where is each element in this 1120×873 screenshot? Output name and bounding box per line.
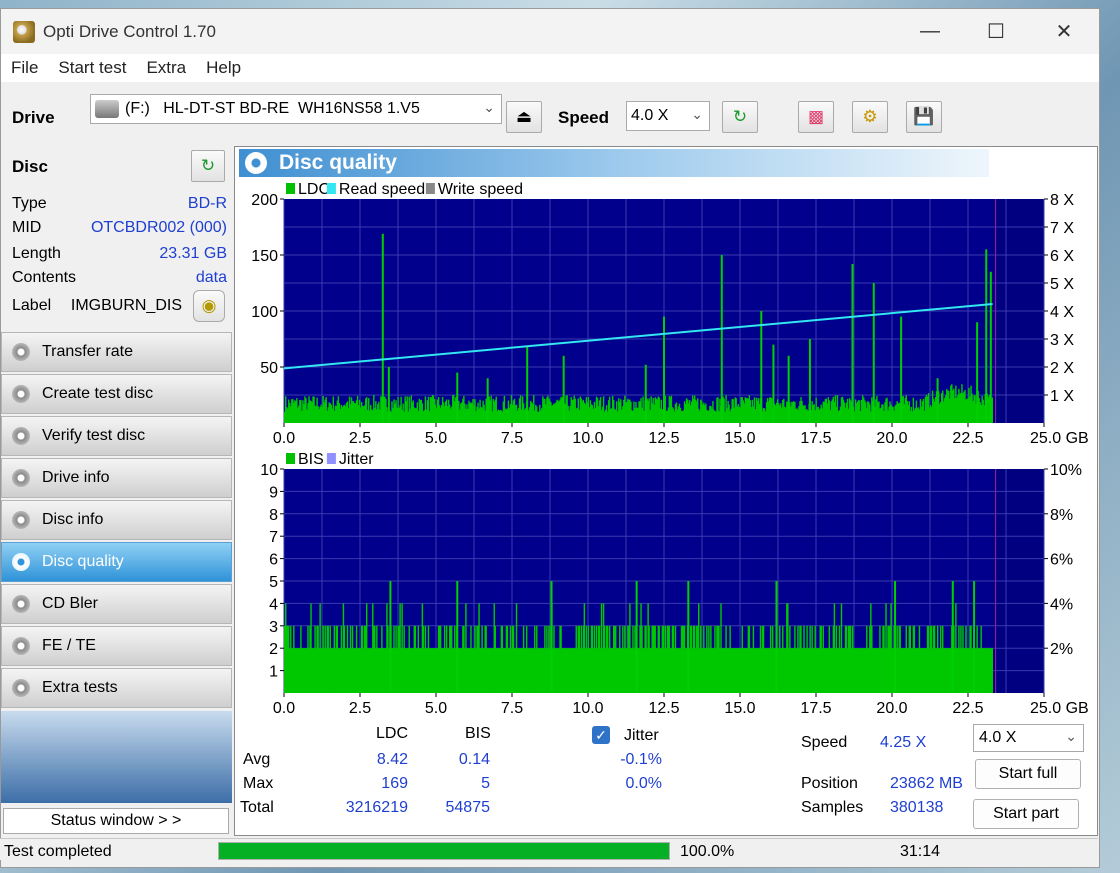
total-label: Total (240, 799, 274, 816)
legend-label: Read speed (339, 181, 425, 198)
y-tick-label: 4 (269, 596, 278, 613)
y-right-tick-label: 7 X (1050, 220, 1074, 237)
samples-value: 380138 (890, 799, 944, 816)
y-right-tick-label: 4 X (1050, 304, 1074, 321)
max-ldc: 169 (381, 775, 408, 792)
x-tick-label: 0.0 (273, 700, 295, 717)
y-tick-label: 9 (269, 484, 278, 501)
legend-label: Jitter (339, 451, 374, 468)
x-tick-label: 2.5 (349, 700, 371, 717)
y-right-tick-label: 8 X (1050, 192, 1074, 209)
x-tick-label: 7.5 (501, 430, 523, 447)
test-speed-select[interactable]: 4.0 X ⌄ (973, 724, 1084, 752)
x-tick-label: 5.0 (425, 430, 447, 447)
legend-label: LDC (298, 181, 330, 198)
x-tick-label: 25.0 GB (1030, 430, 1089, 447)
max-jitter: 0.0% (625, 775, 662, 792)
chevron-down-icon: ⌄ (1065, 728, 1077, 744)
legend-label: BIS (298, 451, 324, 468)
x-tick-label: 22.5 (952, 700, 983, 717)
progress-bar (218, 842, 670, 860)
speed-stat-label: Speed (801, 734, 848, 751)
x-tick-label: 15.0 (724, 700, 755, 717)
progress-percent: 100.0% (680, 843, 735, 860)
y-right-tick-label: 4% (1050, 596, 1073, 613)
x-tick-label: 17.5 (800, 700, 831, 717)
legend-swatch (425, 183, 435, 194)
x-tick-label: 12.5 (648, 430, 679, 447)
avg-jitter: -0.1% (620, 751, 662, 768)
position-label: Position (801, 775, 858, 792)
x-tick-label: 0.0 (273, 430, 295, 447)
y-tick-label: 5 (269, 574, 278, 591)
y-right-tick-label: 6% (1050, 552, 1073, 569)
samples-label: Samples (801, 799, 864, 816)
y-tick-label: 6 (269, 552, 278, 569)
x-tick-label: 17.5 (800, 430, 831, 447)
total-bis: 54875 (445, 799, 491, 816)
y-right-tick-label: 10% (1050, 462, 1082, 479)
x-tick-label: 25.0 GB (1030, 700, 1089, 717)
position-value: 23862 MB (890, 775, 963, 792)
y-right-tick-label: 5 X (1050, 276, 1074, 293)
y-tick-label: 1 (269, 664, 278, 681)
jitter-checkbox[interactable]: ✓ (592, 726, 610, 744)
progress-fill (219, 843, 669, 859)
legend-swatch (326, 183, 336, 194)
y-tick-label: 10 (260, 462, 278, 479)
elapsed-time: 31:14 (900, 843, 941, 860)
y-tick-label: 3 (269, 619, 278, 636)
legend-label: Write speed (438, 181, 523, 198)
col-bis-header: BIS (465, 725, 491, 742)
y-tick-label: 2 (269, 641, 278, 658)
y-right-tick-label: 3 X (1050, 332, 1074, 349)
legend-swatch (326, 453, 336, 464)
avg-label: Avg (243, 751, 271, 768)
ldc-bar (991, 397, 994, 423)
test-speed-value: 4.0 X (979, 729, 1017, 746)
y-right-tick-label: 2% (1050, 641, 1073, 658)
col-ldc-header: LDC (376, 725, 409, 742)
max-label: Max (243, 775, 274, 792)
y-tick-label: 100 (251, 304, 278, 321)
y-tick-label: 50 (260, 360, 278, 377)
x-tick-label: 20.0 (876, 430, 907, 447)
x-tick-label: 10.0 (572, 700, 603, 717)
x-tick-label: 10.0 (572, 430, 603, 447)
charts-svg: 0.0 2.5 5.0 7.5 10.0 12.5 15.0 17.5 20.0 22.5 25.0… (251, 181, 1089, 717)
avg-bis: 0.14 (458, 751, 490, 768)
status-text: Test completed (4, 843, 112, 860)
legend-swatch (286, 453, 295, 464)
x-tick-label: 7.5 (501, 700, 523, 717)
legend-swatch (286, 183, 295, 194)
y-right-tick-label: 1 X (1050, 388, 1074, 405)
bis-bar (991, 648, 994, 693)
x-tick-label: 20.0 (876, 700, 907, 717)
y-right-tick-label: 8% (1050, 507, 1073, 524)
jitter-label: Jitter (624, 727, 659, 744)
start-full-button[interactable]: Start full (975, 759, 1081, 789)
y-right-tick-label: 6 X (1050, 248, 1074, 265)
x-tick-label: 22.5 (952, 430, 983, 447)
start-part-button[interactable]: Start part (973, 799, 1079, 829)
x-tick-label: 5.0 (425, 700, 447, 717)
avg-ldc: 8.42 (376, 751, 408, 768)
x-tick-label: 15.0 (724, 430, 755, 447)
y-tick-label: 150 (251, 248, 278, 265)
speed-stat-value: 4.25 X (880, 734, 927, 751)
y-right-tick-label: 2 X (1050, 360, 1074, 377)
y-tick-label: 7 (269, 529, 278, 546)
max-bis: 5 (481, 775, 490, 792)
total-ldc: 3216219 (345, 799, 408, 816)
y-tick-label: 200 (251, 192, 278, 209)
x-tick-label: 2.5 (349, 430, 371, 447)
y-tick-label: 8 (269, 507, 278, 524)
x-tick-label: 12.5 (648, 700, 679, 717)
